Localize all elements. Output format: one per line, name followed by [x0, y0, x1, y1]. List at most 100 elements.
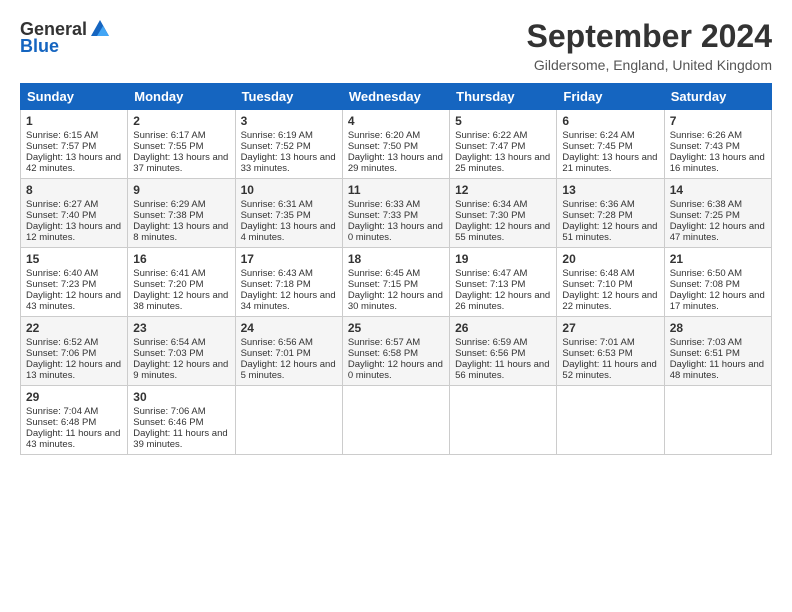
sunset-label: Sunset: 6:51 PM — [670, 348, 740, 359]
daylight-label: Daylight: 12 hours and 22 minutes. — [562, 290, 657, 312]
sunrise-label: Sunrise: 6:57 AM — [348, 337, 420, 348]
table-row: 19 Sunrise: 6:47 AM Sunset: 7:13 PM Dayl… — [450, 248, 557, 317]
sunset-label: Sunset: 7:43 PM — [670, 141, 740, 152]
daylight-label: Daylight: 12 hours and 0 minutes. — [348, 359, 443, 381]
day-number: 9 — [133, 183, 229, 197]
sunrise-label: Sunrise: 6:31 AM — [241, 199, 313, 210]
sunrise-label: Sunrise: 6:19 AM — [241, 130, 313, 141]
sunset-label: Sunset: 7:25 PM — [670, 210, 740, 221]
day-number: 23 — [133, 321, 229, 335]
sunset-label: Sunset: 7:57 PM — [26, 141, 96, 152]
daylight-label: Daylight: 13 hours and 21 minutes. — [562, 152, 657, 174]
sunrise-label: Sunrise: 7:04 AM — [26, 406, 98, 417]
day-number: 17 — [241, 252, 337, 266]
daylight-label: Daylight: 12 hours and 38 minutes. — [133, 290, 228, 312]
table-row: 12 Sunrise: 6:34 AM Sunset: 7:30 PM Dayl… — [450, 179, 557, 248]
table-row: 2 Sunrise: 6:17 AM Sunset: 7:55 PM Dayli… — [128, 110, 235, 179]
day-number: 19 — [455, 252, 551, 266]
sunset-label: Sunset: 7:06 PM — [26, 348, 96, 359]
page: General Blue September 2024 Gildersome, … — [0, 0, 792, 612]
daylight-label: Daylight: 12 hours and 30 minutes. — [348, 290, 443, 312]
sunset-label: Sunset: 7:33 PM — [348, 210, 418, 221]
day-number: 3 — [241, 114, 337, 128]
calendar-week-row: 1 Sunrise: 6:15 AM Sunset: 7:57 PM Dayli… — [21, 110, 772, 179]
day-number: 12 — [455, 183, 551, 197]
sunset-label: Sunset: 7:52 PM — [241, 141, 311, 152]
sunrise-label: Sunrise: 6:17 AM — [133, 130, 205, 141]
sunrise-label: Sunrise: 6:22 AM — [455, 130, 527, 141]
day-number: 25 — [348, 321, 444, 335]
calendar-week-row: 15 Sunrise: 6:40 AM Sunset: 7:23 PM Dayl… — [21, 248, 772, 317]
sunrise-label: Sunrise: 6:27 AM — [26, 199, 98, 210]
sunset-label: Sunset: 6:58 PM — [348, 348, 418, 359]
sunrise-label: Sunrise: 6:26 AM — [670, 130, 742, 141]
table-row: 25 Sunrise: 6:57 AM Sunset: 6:58 PM Dayl… — [342, 317, 449, 386]
table-row: 27 Sunrise: 7:01 AM Sunset: 6:53 PM Dayl… — [557, 317, 664, 386]
daylight-label: Daylight: 13 hours and 33 minutes. — [241, 152, 336, 174]
day-number: 20 — [562, 252, 658, 266]
sunset-label: Sunset: 7:13 PM — [455, 279, 525, 290]
sunrise-label: Sunrise: 6:45 AM — [348, 268, 420, 279]
daylight-label: Daylight: 13 hours and 42 minutes. — [26, 152, 121, 174]
table-row: 9 Sunrise: 6:29 AM Sunset: 7:38 PM Dayli… — [128, 179, 235, 248]
sunrise-label: Sunrise: 6:50 AM — [670, 268, 742, 279]
day-number: 2 — [133, 114, 229, 128]
day-number: 14 — [670, 183, 766, 197]
sunset-label: Sunset: 7:23 PM — [26, 279, 96, 290]
sunrise-label: Sunrise: 6:48 AM — [562, 268, 634, 279]
sunrise-label: Sunrise: 6:43 AM — [241, 268, 313, 279]
sunrise-label: Sunrise: 7:03 AM — [670, 337, 742, 348]
table-row: 30 Sunrise: 7:06 AM Sunset: 6:46 PM Dayl… — [128, 386, 235, 455]
daylight-label: Daylight: 11 hours and 39 minutes. — [133, 428, 227, 450]
table-row: 20 Sunrise: 6:48 AM Sunset: 7:10 PM Dayl… — [557, 248, 664, 317]
table-row: 28 Sunrise: 7:03 AM Sunset: 6:51 PM Dayl… — [664, 317, 771, 386]
col-saturday: Saturday — [664, 84, 771, 110]
day-number: 4 — [348, 114, 444, 128]
col-tuesday: Tuesday — [235, 84, 342, 110]
day-number: 21 — [670, 252, 766, 266]
calendar-week-row: 22 Sunrise: 6:52 AM Sunset: 7:06 PM Dayl… — [21, 317, 772, 386]
sunset-label: Sunset: 7:08 PM — [670, 279, 740, 290]
sunset-label: Sunset: 7:47 PM — [455, 141, 525, 152]
sunset-label: Sunset: 7:10 PM — [562, 279, 632, 290]
sunset-label: Sunset: 7:01 PM — [241, 348, 311, 359]
sunset-label: Sunset: 7:28 PM — [562, 210, 632, 221]
table-row: 21 Sunrise: 6:50 AM Sunset: 7:08 PM Dayl… — [664, 248, 771, 317]
day-number: 26 — [455, 321, 551, 335]
location: Gildersome, England, United Kingdom — [527, 57, 772, 73]
table-row: 5 Sunrise: 6:22 AM Sunset: 7:47 PM Dayli… — [450, 110, 557, 179]
empty-cell — [450, 386, 557, 455]
day-number: 18 — [348, 252, 444, 266]
sunset-label: Sunset: 7:40 PM — [26, 210, 96, 221]
sunrise-label: Sunrise: 6:40 AM — [26, 268, 98, 279]
table-row: 23 Sunrise: 6:54 AM Sunset: 7:03 PM Dayl… — [128, 317, 235, 386]
daylight-label: Daylight: 11 hours and 52 minutes. — [562, 359, 656, 381]
day-number: 22 — [26, 321, 122, 335]
day-number: 27 — [562, 321, 658, 335]
daylight-label: Daylight: 12 hours and 47 minutes. — [670, 221, 765, 243]
sunset-label: Sunset: 7:20 PM — [133, 279, 203, 290]
table-row: 10 Sunrise: 6:31 AM Sunset: 7:35 PM Dayl… — [235, 179, 342, 248]
daylight-label: Daylight: 13 hours and 37 minutes. — [133, 152, 228, 174]
daylight-label: Daylight: 12 hours and 9 minutes. — [133, 359, 228, 381]
sunrise-label: Sunrise: 6:36 AM — [562, 199, 634, 210]
table-row: 22 Sunrise: 6:52 AM Sunset: 7:06 PM Dayl… — [21, 317, 128, 386]
sunset-label: Sunset: 7:15 PM — [348, 279, 418, 290]
sunrise-label: Sunrise: 6:52 AM — [26, 337, 98, 348]
sunrise-label: Sunrise: 6:47 AM — [455, 268, 527, 279]
sunset-label: Sunset: 7:35 PM — [241, 210, 311, 221]
day-number: 15 — [26, 252, 122, 266]
day-number: 10 — [241, 183, 337, 197]
day-number: 6 — [562, 114, 658, 128]
daylight-label: Daylight: 12 hours and 55 minutes. — [455, 221, 550, 243]
sunrise-label: Sunrise: 6:56 AM — [241, 337, 313, 348]
daylight-label: Daylight: 13 hours and 12 minutes. — [26, 221, 121, 243]
daylight-label: Daylight: 12 hours and 13 minutes. — [26, 359, 121, 381]
daylight-label: Daylight: 12 hours and 43 minutes. — [26, 290, 121, 312]
daylight-label: Daylight: 12 hours and 34 minutes. — [241, 290, 336, 312]
day-number: 29 — [26, 390, 122, 404]
sunrise-label: Sunrise: 6:33 AM — [348, 199, 420, 210]
table-row: 6 Sunrise: 6:24 AM Sunset: 7:45 PM Dayli… — [557, 110, 664, 179]
header: General Blue September 2024 Gildersome, … — [20, 18, 772, 73]
day-number: 1 — [26, 114, 122, 128]
